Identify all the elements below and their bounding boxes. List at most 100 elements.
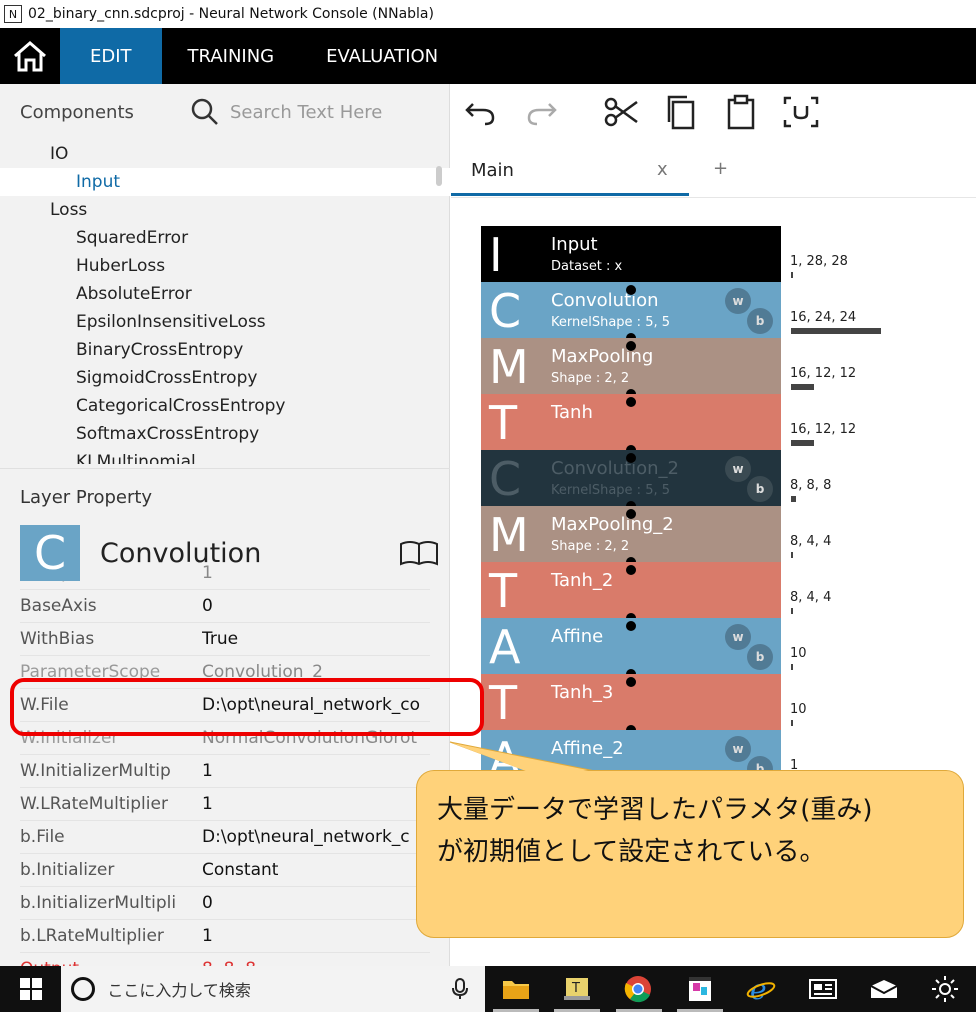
property-value[interactable]: 0 [202, 893, 430, 913]
layer-letter: I [489, 228, 503, 282]
menu-training[interactable]: TRAINING [162, 28, 301, 84]
layer-name: Tanh [551, 402, 593, 423]
start-button[interactable] [0, 966, 61, 1012]
output-size-bar [791, 664, 793, 670]
weight-param-icon[interactable]: w [725, 456, 751, 482]
property-key: BaseAxis [20, 596, 97, 616]
property-value[interactable]: 1 [202, 761, 430, 781]
property-row[interactable]: BaseAxis 0 [20, 590, 430, 623]
mail-taskbar-button[interactable] [853, 966, 914, 1012]
property-row[interactable]: b.Initializer Constant [20, 854, 430, 887]
property-row[interactable]: Output8, 8, 8 [20, 953, 430, 966]
home-button[interactable] [0, 28, 60, 84]
brightness-taskbar-button[interactable] [915, 966, 976, 1012]
callout-text: 大量データで学習したパラメタ(重み) が初期値として設定されている。 [437, 795, 873, 867]
media-taskbar-button[interactable] [669, 966, 730, 1012]
property-row[interactable]: b.InitializerMultipli 0 [20, 887, 430, 920]
property-value[interactable]: True [202, 629, 430, 649]
news-icon [808, 979, 837, 999]
property-value[interactable]: 0 [202, 596, 430, 616]
layer-name: Convolution_2 [551, 458, 679, 479]
tree-category[interactable]: Loss [0, 196, 450, 224]
tab-close-button[interactable]: x [657, 159, 668, 180]
tree-item[interactable]: BinaryCrossEntropy [0, 336, 450, 364]
output-size-bar [791, 440, 814, 446]
layer-name: Tanh_3 [551, 682, 614, 703]
tree-item[interactable]: KLMultinomial [0, 448, 450, 464]
tree-item[interactable]: HuberLoss [0, 252, 450, 280]
tree-item[interactable]: SquaredError [0, 224, 450, 252]
tool-taskbar-button[interactable]: T [546, 966, 607, 1012]
layer-connector[interactable] [626, 565, 636, 575]
bias-param-icon[interactable]: b [747, 476, 773, 502]
property-value[interactable]: 1 [202, 794, 430, 814]
menu-edit[interactable]: EDIT [60, 28, 162, 84]
property-row[interactable]: W.LRateMultiplier 1 [20, 788, 430, 821]
cortana-icon [71, 977, 96, 1001]
layer-connector[interactable] [626, 341, 636, 351]
output-shape-label: 16, 12, 12 [790, 422, 857, 437]
property-row[interactable]: b.File D:\opt\neural_network_c [20, 821, 430, 854]
redo-icon[interactable] [521, 94, 561, 130]
tree-item[interactable]: EpsilonInsensitiveLoss [0, 308, 450, 336]
copy-icon[interactable] [661, 94, 701, 130]
tree-category[interactable]: IO [0, 140, 450, 168]
output-size-bar [791, 272, 793, 278]
cut-icon[interactable] [601, 94, 641, 130]
layer-connector[interactable] [626, 453, 636, 463]
book-icon[interactable] [398, 538, 440, 568]
tree-item[interactable]: CategoricalCrossEntropy [0, 392, 450, 420]
wfile-highlight-box [10, 678, 484, 736]
taskbar-search-box[interactable]: ここに入力して検索 [61, 966, 486, 1012]
components-scrollbar[interactable] [436, 166, 442, 186]
weight-param-icon[interactable]: w [725, 624, 751, 650]
file-explorer-taskbar-button[interactable] [485, 966, 546, 1012]
property-value[interactable]: Constant [202, 860, 430, 880]
selected-layer-header: C Convolution [20, 524, 440, 582]
svg-text:T: T [571, 981, 580, 996]
layer-connector[interactable] [626, 677, 636, 687]
layer-type-icon: C [20, 525, 80, 581]
property-row[interactable]: WithBias True [20, 623, 430, 656]
menu-evaluation[interactable]: EVALUATION [300, 28, 464, 84]
search-icon[interactable] [190, 97, 220, 127]
microphone-icon[interactable] [451, 978, 469, 1000]
bias-param-icon[interactable]: b [747, 644, 773, 670]
property-value[interactable]: 1 [202, 926, 430, 946]
layer-connector[interactable] [626, 397, 636, 407]
mail-icon [870, 980, 898, 998]
layer-connector[interactable] [626, 621, 636, 631]
tree-item[interactable]: AbsoluteError [0, 280, 450, 308]
components-title: Components [20, 101, 134, 123]
tab-add-button[interactable]: + [713, 158, 728, 179]
network-layer[interactable]: I Input Dataset : x [481, 226, 781, 282]
tree-item[interactable]: Input [0, 168, 450, 196]
layer-connector[interactable] [626, 509, 636, 519]
tree-item[interactable]: SigmoidCrossEntropy [0, 364, 450, 392]
paste-icon[interactable] [721, 94, 761, 130]
undo-icon[interactable] [461, 94, 501, 130]
output-size-bar [791, 384, 814, 390]
tree-item[interactable]: SoftmaxCrossEntropy [0, 420, 450, 448]
components-search-input[interactable] [230, 101, 430, 123]
property-value[interactable]: D:\opt\neural_network_c [202, 827, 430, 847]
weight-param-icon[interactable]: w [725, 736, 751, 762]
ie-taskbar-button[interactable]: e [731, 966, 792, 1012]
unit-icon[interactable] [781, 94, 821, 130]
weight-param-icon[interactable]: w [725, 288, 751, 314]
tab-main[interactable]: Main x [451, 140, 689, 196]
windows-logo-icon [19, 978, 42, 1000]
property-row[interactable]: W.InitializerMultip 1 [20, 755, 430, 788]
layer-letter: C [489, 284, 522, 338]
folder-icon [502, 981, 529, 999]
layer-connector[interactable] [626, 285, 636, 295]
window-title: 02_binary_cnn.sdcproj - Neural Network C… [28, 6, 434, 22]
property-key: b.File [20, 827, 65, 847]
news-taskbar-button[interactable] [792, 966, 853, 1012]
chrome-taskbar-button[interactable] [608, 966, 669, 1012]
layer-letter: M [489, 340, 529, 394]
property-value[interactable]: 8, 8, 8 [202, 959, 430, 966]
editor-toolbar [451, 84, 976, 140]
bias-param-icon[interactable]: b [747, 308, 773, 334]
property-row[interactable]: b.LRateMultiplier 1 [20, 920, 430, 953]
